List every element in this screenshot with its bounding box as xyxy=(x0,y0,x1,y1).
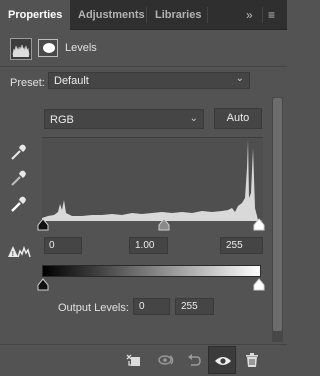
white-output-slider xyxy=(253,278,265,291)
channel-value: RGB xyxy=(50,114,74,126)
black-output-slider xyxy=(37,278,49,291)
histogram xyxy=(42,137,263,221)
auto-button[interactable]: Auto xyxy=(214,108,262,129)
svg-text:!: ! xyxy=(12,251,14,258)
chevron-down-icon: ⌄ xyxy=(189,113,198,124)
tab-properties[interactable]: Properties xyxy=(0,0,70,31)
clip-to-layer-icon[interactable] xyxy=(120,346,148,374)
tab-adjustments[interactable]: Adjustments xyxy=(70,0,146,30)
white-input-slider xyxy=(253,218,265,231)
midtone-input-field[interactable]: 1.00 xyxy=(129,237,168,254)
divider xyxy=(0,66,287,67)
bottom-toolbar xyxy=(0,344,287,376)
white-input-field[interactable]: 255 xyxy=(220,237,263,254)
visibility-eye-icon[interactable] xyxy=(208,346,236,374)
output-levels-label: Output Levels: xyxy=(58,302,129,314)
preset-label: Preset: xyxy=(10,77,45,89)
hamburger-menu-icon[interactable]: ≡ xyxy=(268,8,275,22)
chevron-down-icon: ⌄ xyxy=(235,73,244,84)
tab-libraries[interactable]: Libraries xyxy=(147,0,207,30)
black-input-field[interactable]: 0 xyxy=(44,237,82,254)
gray-point-eyedropper-icon[interactable] xyxy=(9,168,29,188)
white-point-eyedropper-icon[interactable] xyxy=(9,194,29,214)
output-levels-sliders[interactable] xyxy=(36,278,270,292)
black-input-slider xyxy=(37,218,49,231)
channel-dropdown[interactable]: RGB ⌄ xyxy=(44,109,204,129)
view-previous-state-icon[interactable] xyxy=(152,346,180,374)
black-output-field[interactable]: 0 xyxy=(133,298,170,315)
input-levels-sliders[interactable] xyxy=(36,218,270,232)
scrollbar-thumb[interactable] xyxy=(273,98,282,331)
reset-icon[interactable] xyxy=(180,346,208,374)
panel-tab-bar: Properties Adjustments Libraries » ≡ xyxy=(0,0,287,31)
adjustment-title: Levels xyxy=(65,42,97,54)
black-point-eyedropper-icon[interactable] xyxy=(9,142,29,162)
layer-mask-icon[interactable] xyxy=(38,39,58,57)
trash-icon[interactable] xyxy=(238,346,266,374)
white-output-field[interactable]: 255 xyxy=(175,298,214,315)
levels-histogram-icon xyxy=(10,38,32,60)
output-gradient-bar xyxy=(42,265,261,277)
tab-separator xyxy=(207,7,208,23)
double-chevron-right-icon[interactable]: » xyxy=(246,8,253,22)
histogram-shape xyxy=(42,140,263,221)
tab-separator xyxy=(262,7,263,23)
preset-value: Default xyxy=(54,75,89,87)
midtone-input-slider xyxy=(158,218,170,231)
preset-dropdown[interactable]: Default ⌄ xyxy=(48,72,250,89)
clipping-warning-icon[interactable]: ! xyxy=(8,244,36,258)
